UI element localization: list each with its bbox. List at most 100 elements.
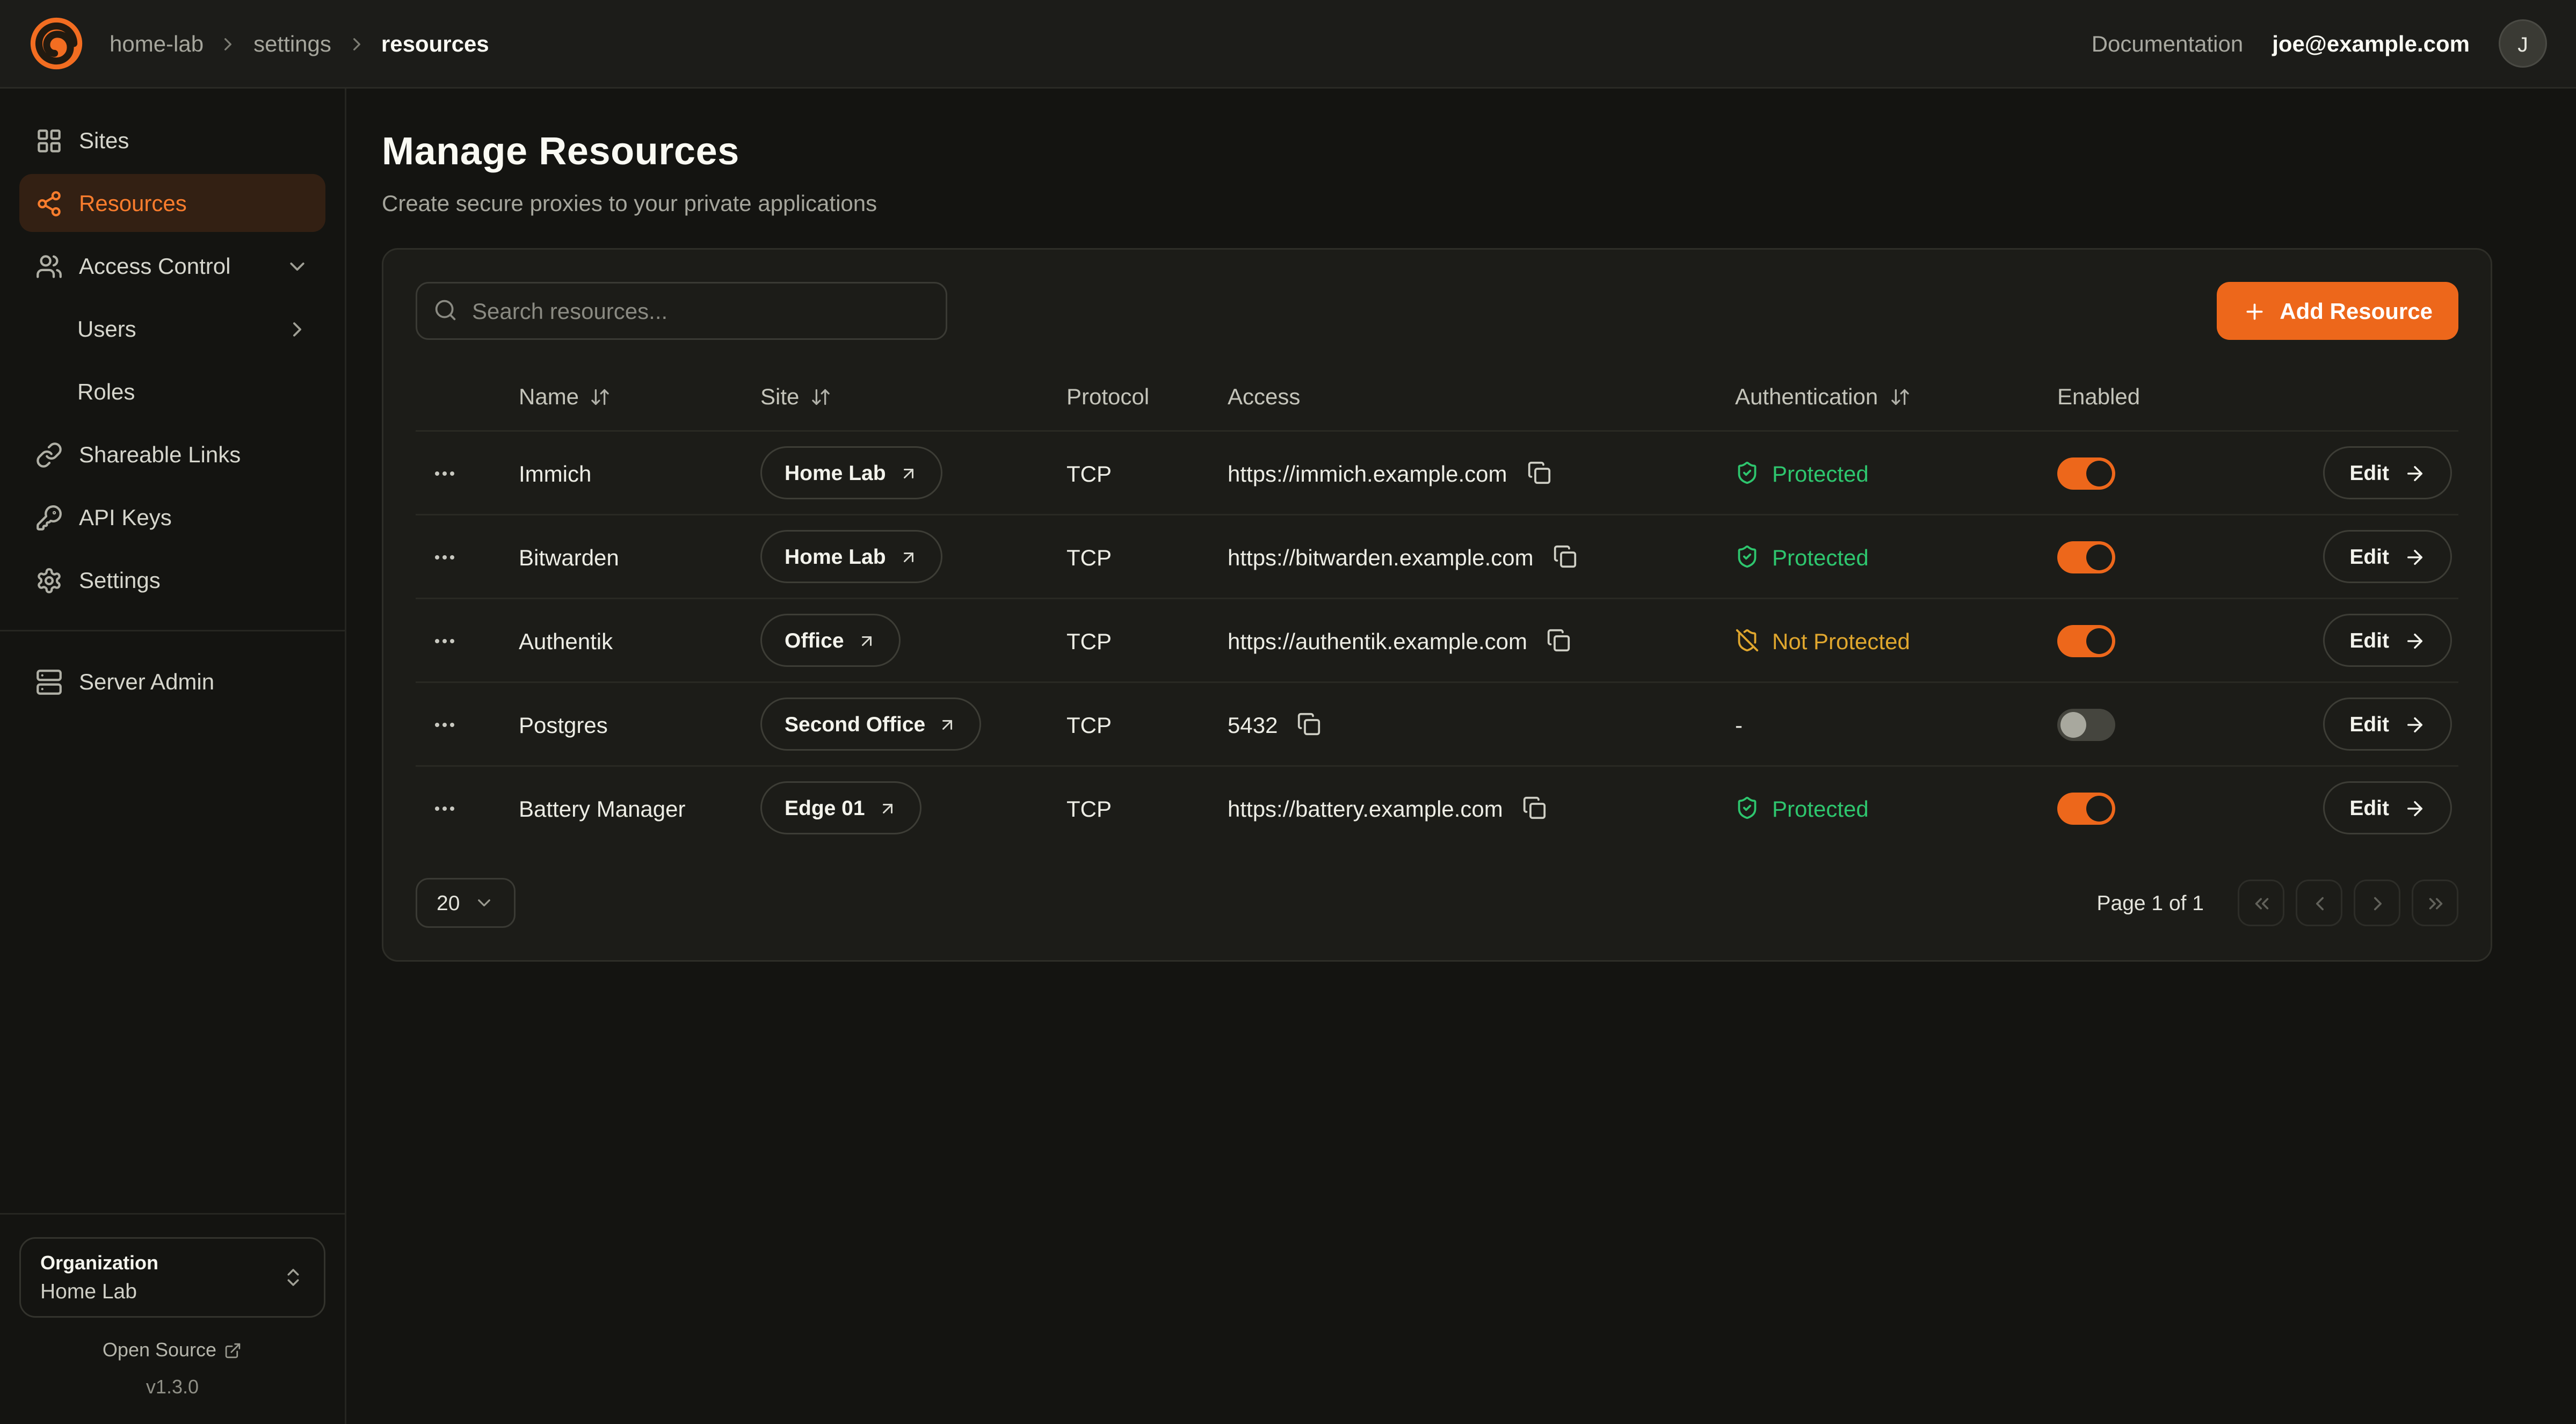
resource-protocol: TCP	[1066, 795, 1228, 821]
organization-selector[interactable]: Organization Home Lab	[19, 1237, 325, 1318]
copy-button[interactable]	[1543, 625, 1574, 656]
resource-access: https://immich.example.com	[1228, 457, 1735, 488]
header-authentication-label: Authentication	[1735, 383, 1878, 409]
copy-button[interactable]	[1519, 793, 1550, 823]
toggle-knob	[2086, 795, 2112, 821]
chevron-right-icon	[285, 317, 309, 341]
arrow-up-right-icon	[857, 631, 876, 650]
access-url: https://immich.example.com	[1228, 460, 1507, 486]
auth-status-label: Protected	[1772, 460, 1869, 486]
auth-status: Protected	[1735, 460, 2057, 486]
auth-status: Protected	[1735, 795, 2057, 821]
arrow-right-icon	[2404, 462, 2426, 484]
resource-access: https://battery.example.com	[1228, 793, 1735, 823]
user-email[interactable]: joe@example.com	[2272, 31, 2470, 56]
site-link[interactable]: Second Office	[760, 698, 982, 751]
next-page-button[interactable]	[2354, 880, 2400, 926]
row-menu-button[interactable]	[425, 789, 464, 827]
sidebar-item-shareable-links[interactable]: Shareable Links	[19, 425, 325, 483]
sidebar-item-settings[interactable]: Settings	[19, 551, 325, 609]
previous-page-button[interactable]	[2296, 880, 2342, 926]
link-icon	[35, 441, 63, 468]
breadcrumb-settings[interactable]: settings	[253, 31, 331, 56]
row-menu-button[interactable]	[425, 537, 464, 576]
site-name: Edge 01	[785, 796, 865, 820]
chevron-right-icon	[346, 33, 367, 54]
header-name: Name	[519, 383, 760, 409]
header-protocol: Protocol	[1066, 383, 1228, 409]
table-row: Immich Home Lab TCP https://immich.examp…	[416, 430, 2458, 514]
edit-button[interactable]: Edit	[2324, 446, 2452, 499]
sidebar-item-server-admin[interactable]: Server Admin	[19, 652, 325, 710]
toggle-knob	[2086, 544, 2112, 570]
sidebar-divider	[0, 630, 345, 631]
sidebar-item-users[interactable]: Users	[19, 300, 325, 358]
user-avatar[interactable]: J	[2499, 19, 2547, 68]
documentation-link[interactable]: Documentation	[2092, 31, 2244, 56]
chevron-right-icon	[218, 33, 239, 54]
breadcrumb-resources[interactable]: resources	[381, 31, 489, 56]
shield-check-icon	[1735, 461, 1759, 485]
site-name: Office	[785, 628, 844, 652]
site-name: Home Lab	[785, 544, 886, 569]
resource-name: Battery Manager	[519, 795, 760, 821]
arrow-right-icon	[2404, 797, 2426, 819]
row-menu-button[interactable]	[425, 621, 464, 660]
sidebar-item-resources[interactable]: Resources	[19, 174, 325, 232]
row-menu-button[interactable]	[425, 705, 464, 744]
page-size-select[interactable]: 20	[416, 878, 516, 928]
resource-protocol: TCP	[1066, 544, 1228, 570]
site-name: Second Office	[785, 712, 925, 736]
sort-icon[interactable]	[590, 386, 611, 407]
organization-selector-text: Organization Home Lab	[40, 1252, 158, 1303]
open-source-link[interactable]: Open Source	[19, 1339, 325, 1361]
breadcrumb: home-lab settings resources	[110, 31, 489, 56]
site-link[interactable]: Edge 01	[760, 781, 921, 834]
edit-button[interactable]: Edit	[2324, 530, 2452, 583]
enabled-toggle[interactable]	[2057, 792, 2115, 824]
first-page-button[interactable]	[2238, 880, 2284, 926]
edit-button[interactable]: Edit	[2324, 781, 2452, 834]
sidebar-item-label: Resources	[79, 190, 187, 216]
sort-icon[interactable]	[1889, 386, 1910, 407]
resource-protocol: TCP	[1066, 628, 1228, 653]
resource-access: https://authentik.example.com	[1228, 625, 1735, 656]
ellipsis-icon	[432, 628, 458, 653]
auth-status-label: Protected	[1772, 795, 1869, 821]
last-page-button[interactable]	[2412, 880, 2458, 926]
open-source-label: Open Source	[103, 1339, 216, 1361]
site-link[interactable]: Home Lab	[760, 446, 942, 499]
arrow-up-right-icon	[899, 463, 918, 483]
arrow-right-icon	[2404, 546, 2426, 568]
sidebar-item-access-control[interactable]: Access Control	[19, 237, 325, 295]
server-icon	[35, 668, 63, 695]
enabled-toggle[interactable]	[2057, 708, 2115, 740]
enabled-toggle[interactable]	[2057, 541, 2115, 573]
sidebar-item-api-keys[interactable]: API Keys	[19, 488, 325, 546]
copy-button[interactable]	[1550, 541, 1580, 572]
sort-icon[interactable]	[810, 386, 831, 407]
site-link[interactable]: Office	[760, 614, 901, 667]
edit-button[interactable]: Edit	[2324, 614, 2452, 667]
access-url: https://battery.example.com	[1228, 795, 1503, 821]
edit-button[interactable]: Edit	[2324, 698, 2452, 751]
search-input[interactable]	[416, 282, 947, 340]
auth-status: -	[1735, 711, 2057, 737]
enabled-toggle[interactable]	[2057, 624, 2115, 657]
resource-name: Authentik	[519, 628, 760, 653]
copy-button[interactable]	[1523, 457, 1554, 488]
sidebar-nav: Sites Resources Access Control Users Rol…	[19, 111, 325, 710]
sidebar-item-roles[interactable]: Roles	[19, 362, 325, 420]
add-resource-label: Add Resource	[2280, 298, 2433, 324]
header-access-label: Access	[1228, 383, 1300, 409]
site-link[interactable]: Home Lab	[760, 530, 942, 583]
sidebar-item-sites[interactable]: Sites	[19, 111, 325, 169]
copy-button[interactable]	[1294, 709, 1324, 739]
header-enabled-label: Enabled	[2057, 383, 2140, 409]
search-wrap	[416, 282, 947, 340]
app-root: home-lab settings resources Documentatio…	[0, 0, 2576, 1424]
add-resource-button[interactable]: Add Resource	[2217, 282, 2458, 340]
breadcrumb-org[interactable]: home-lab	[110, 31, 204, 56]
row-menu-button[interactable]	[425, 454, 464, 492]
enabled-toggle[interactable]	[2057, 457, 2115, 489]
